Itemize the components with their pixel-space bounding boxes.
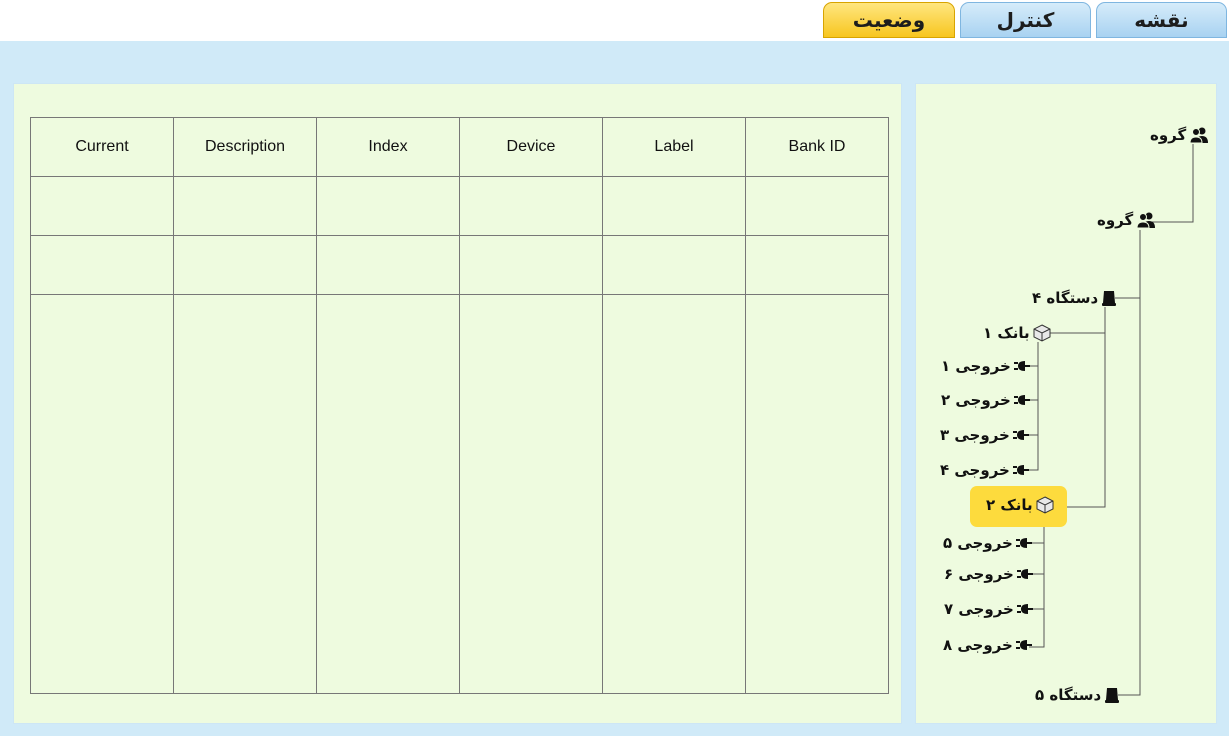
plug-icon xyxy=(1013,395,1030,405)
tree-node-output-7[interactable]: خروجی ۷ xyxy=(944,598,1033,620)
plug-icon xyxy=(1015,640,1032,650)
tree-node-label: خروجی ۷ xyxy=(944,600,1014,618)
tree-node-device-4[interactable]: دستگاه ۴ xyxy=(1032,287,1117,309)
plug-icon xyxy=(1013,361,1030,371)
plug-icon xyxy=(1012,430,1029,440)
tree-node-label: خروجی ۳ xyxy=(940,426,1010,444)
tree-node-output-5[interactable]: خروجی ۵ xyxy=(943,532,1032,554)
plug-icon xyxy=(1016,569,1033,579)
tree-node-label: بانک ۱ xyxy=(983,324,1030,342)
plug-icon xyxy=(1015,538,1032,548)
tree-node-output-4[interactable]: خروجی ۴ xyxy=(940,459,1029,481)
plug-icon xyxy=(1012,465,1029,475)
tree-node-label: گروه xyxy=(1150,126,1187,144)
tree-node-label: خروجی ۵ xyxy=(943,534,1013,552)
tree-connector-lines xyxy=(1025,144,1194,696)
tree-node-label: گروه xyxy=(1097,211,1134,229)
tree-node-output-8[interactable]: خروجی ۸ xyxy=(943,634,1032,656)
tree-node-label: دستگاه ۵ xyxy=(1035,686,1102,704)
tree-node-group[interactable]: گروه xyxy=(1150,124,1209,146)
users-icon xyxy=(1136,212,1156,229)
tree-node-device-5[interactable]: دستگاه ۵ xyxy=(1035,684,1120,706)
tree-node-label: خروجی ۴ xyxy=(940,461,1010,479)
tree-node-label: بانک ۲ xyxy=(986,496,1033,514)
tree-node-output-3[interactable]: خروجی ۳ xyxy=(940,424,1029,446)
tree-node-bank-2[interactable]: بانک ۲ xyxy=(986,494,1054,516)
users-icon xyxy=(1189,127,1209,144)
device-icon xyxy=(1102,291,1117,306)
tree-node-group[interactable]: گروه xyxy=(1097,209,1156,231)
box-icon xyxy=(1036,496,1054,514)
tree-node-output-6[interactable]: خروجی ۶ xyxy=(944,563,1033,585)
tree-node-label: خروجی ۲ xyxy=(941,391,1011,409)
tree-node-label: خروجی ۱ xyxy=(941,357,1011,375)
tree-node-label: دستگاه ۴ xyxy=(1032,289,1099,307)
tree-node-label: خروجی ۶ xyxy=(944,565,1014,583)
box-icon xyxy=(1033,324,1051,342)
plug-icon xyxy=(1016,604,1033,614)
tree-node-bank-1[interactable]: بانک ۱ xyxy=(983,322,1051,344)
tree-node-output-1[interactable]: خروجی ۱ xyxy=(941,355,1030,377)
device-icon xyxy=(1105,688,1120,703)
tree-node-label: خروجی ۸ xyxy=(943,636,1013,654)
tree-node-output-2[interactable]: خروجی ۲ xyxy=(941,389,1030,411)
